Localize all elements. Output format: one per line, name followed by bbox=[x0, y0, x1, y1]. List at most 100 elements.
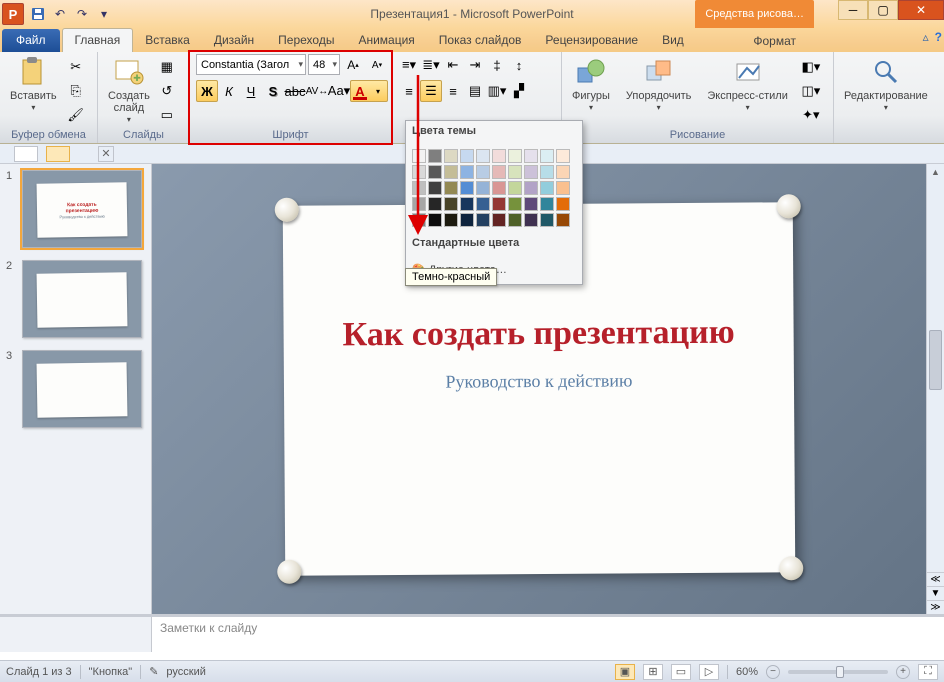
reading-view-icon[interactable]: ▭ bbox=[671, 664, 691, 680]
color-swatch[interactable] bbox=[428, 149, 442, 163]
convert-smartart-icon[interactable]: ▞ bbox=[508, 80, 530, 102]
align-left-icon[interactable]: ≡ bbox=[398, 80, 420, 102]
align-right-icon[interactable]: ≡ bbox=[442, 80, 464, 102]
color-swatch[interactable] bbox=[508, 197, 522, 211]
status-language[interactable]: русский bbox=[166, 666, 205, 678]
ribbon-minimize-icon[interactable]: ▵ bbox=[923, 30, 929, 44]
normal-view-icon[interactable]: ▣ bbox=[615, 664, 635, 680]
color-swatch[interactable] bbox=[476, 197, 490, 211]
maximize-button[interactable]: ▢ bbox=[868, 0, 898, 20]
color-swatch[interactable] bbox=[556, 149, 570, 163]
color-swatch[interactable] bbox=[492, 149, 506, 163]
justify-icon[interactable]: ▤ bbox=[464, 80, 486, 102]
tab-slideshow[interactable]: Показ слайдов bbox=[427, 29, 534, 52]
color-swatch[interactable] bbox=[444, 165, 458, 179]
color-swatch[interactable] bbox=[444, 197, 458, 211]
color-swatch[interactable] bbox=[556, 213, 570, 227]
scrollbar-thumb[interactable] bbox=[929, 330, 942, 390]
shape-effects-icon[interactable]: ✦▾ bbox=[800, 104, 822, 126]
color-swatch[interactable] bbox=[492, 197, 506, 211]
tab-file[interactable]: Файл bbox=[2, 29, 60, 52]
grow-font-icon[interactable]: A▴ bbox=[342, 54, 364, 76]
color-swatch[interactable] bbox=[524, 181, 538, 195]
color-swatch[interactable] bbox=[540, 149, 554, 163]
copy-icon[interactable]: ⎘ bbox=[65, 80, 87, 102]
slideshow-view-icon[interactable]: ▷ bbox=[699, 664, 719, 680]
color-swatch[interactable] bbox=[524, 165, 538, 179]
fit-window-icon[interactable]: ⛶ bbox=[918, 664, 938, 680]
shape-fill-icon[interactable]: ◧▾ bbox=[800, 56, 822, 78]
tab-animation[interactable]: Анимация bbox=[346, 29, 426, 52]
minimize-button[interactable]: ─ bbox=[838, 0, 868, 20]
slide-thumbnail[interactable]: Как создатьпрезентациюРуководство к дейс… bbox=[22, 170, 142, 248]
zoom-out-icon[interactable]: − bbox=[766, 665, 780, 679]
color-swatch[interactable] bbox=[460, 181, 474, 195]
color-swatch[interactable] bbox=[524, 149, 538, 163]
spellcheck-icon[interactable]: ✎ bbox=[149, 665, 158, 678]
shrink-font-icon[interactable]: A▾ bbox=[366, 54, 388, 76]
zoom-in-icon[interactable]: + bbox=[896, 665, 910, 679]
color-swatch[interactable] bbox=[476, 181, 490, 195]
color-swatch[interactable] bbox=[412, 213, 426, 227]
color-swatch[interactable] bbox=[412, 165, 426, 179]
slide-reset-icon[interactable]: ↺ bbox=[156, 80, 178, 102]
zoom-value[interactable]: 60% bbox=[736, 666, 758, 678]
color-swatch[interactable] bbox=[412, 197, 426, 211]
color-swatch[interactable] bbox=[412, 181, 426, 195]
color-swatch[interactable] bbox=[444, 181, 458, 195]
color-swatch[interactable] bbox=[556, 165, 570, 179]
tab-view[interactable]: Вид bbox=[650, 29, 696, 52]
redo-icon[interactable]: ↷ bbox=[72, 4, 92, 24]
shadow-button[interactable]: S bbox=[262, 80, 284, 102]
align-center-icon[interactable]: ☰ bbox=[420, 80, 442, 102]
tab-transitions[interactable]: Переходы bbox=[266, 29, 346, 52]
bullets-icon[interactable]: ≡▾ bbox=[398, 54, 420, 76]
zoom-slider[interactable] bbox=[788, 670, 888, 674]
color-swatch[interactable] bbox=[540, 197, 554, 211]
color-swatch[interactable] bbox=[476, 213, 490, 227]
save-icon[interactable] bbox=[28, 4, 48, 24]
tab-design[interactable]: Дизайн bbox=[202, 29, 266, 52]
sorter-view-icon[interactable]: ⊞ bbox=[643, 664, 663, 680]
color-swatch[interactable] bbox=[444, 213, 458, 227]
color-swatch[interactable] bbox=[524, 197, 538, 211]
new-slide-button[interactable]: ✚ Создать слайд▾ bbox=[104, 54, 154, 127]
font-family-combo[interactable]: Constantia (Загол bbox=[196, 54, 306, 75]
cut-icon[interactable]: ✂ bbox=[65, 56, 87, 78]
color-swatch[interactable] bbox=[492, 165, 506, 179]
scroll-up-icon[interactable]: ▲ bbox=[927, 164, 944, 180]
color-swatch[interactable] bbox=[428, 197, 442, 211]
change-case-icon[interactable]: Aa▾ bbox=[328, 80, 350, 102]
color-swatch[interactable] bbox=[492, 181, 506, 195]
undo-icon[interactable]: ↶ bbox=[50, 4, 70, 24]
slide-section-icon[interactable]: ▭ bbox=[156, 104, 178, 126]
numbering-icon[interactable]: ≣▾ bbox=[420, 54, 442, 76]
paste-button[interactable]: Вставить▾ bbox=[6, 54, 61, 115]
help-icon[interactable]: ? bbox=[935, 30, 942, 44]
format-painter-icon[interactable]: 🖌 bbox=[65, 104, 87, 126]
color-swatch[interactable] bbox=[556, 181, 570, 195]
slide-subtitle[interactable]: Руководство к действию bbox=[284, 369, 794, 394]
underline-button[interactable]: Ч bbox=[240, 80, 262, 102]
indent-icon[interactable]: ⇥ bbox=[464, 54, 486, 76]
color-swatch[interactable] bbox=[508, 165, 522, 179]
font-color-dropdown-icon[interactable]: ▾ bbox=[369, 81, 387, 101]
font-size-combo[interactable]: 48 bbox=[308, 54, 340, 75]
dedent-icon[interactable]: ⇤ bbox=[442, 54, 464, 76]
bold-button[interactable]: Ж bbox=[196, 80, 218, 102]
color-swatch[interactable] bbox=[556, 197, 570, 211]
color-swatch[interactable] bbox=[524, 213, 538, 227]
color-swatch[interactable] bbox=[460, 197, 474, 211]
tab-insert[interactable]: Вставка bbox=[133, 29, 202, 52]
color-swatch[interactable] bbox=[540, 165, 554, 179]
thumbnail-pane[interactable]: 1 Как создатьпрезентациюРуководство к де… bbox=[0, 164, 152, 614]
color-swatch[interactable] bbox=[508, 213, 522, 227]
tab-home[interactable]: Главная bbox=[62, 28, 134, 52]
italic-button[interactable]: К bbox=[218, 80, 240, 102]
thumbnails-view-icon[interactable] bbox=[46, 146, 70, 162]
text-direction-icon[interactable]: ↕ bbox=[508, 54, 530, 76]
next-slide-icon[interactable]: ≫ bbox=[927, 600, 944, 614]
notes-pane[interactable]: Заметки к слайду bbox=[0, 614, 944, 660]
editing-button[interactable]: Редактирование▾ bbox=[840, 54, 932, 115]
color-swatch[interactable] bbox=[492, 213, 506, 227]
